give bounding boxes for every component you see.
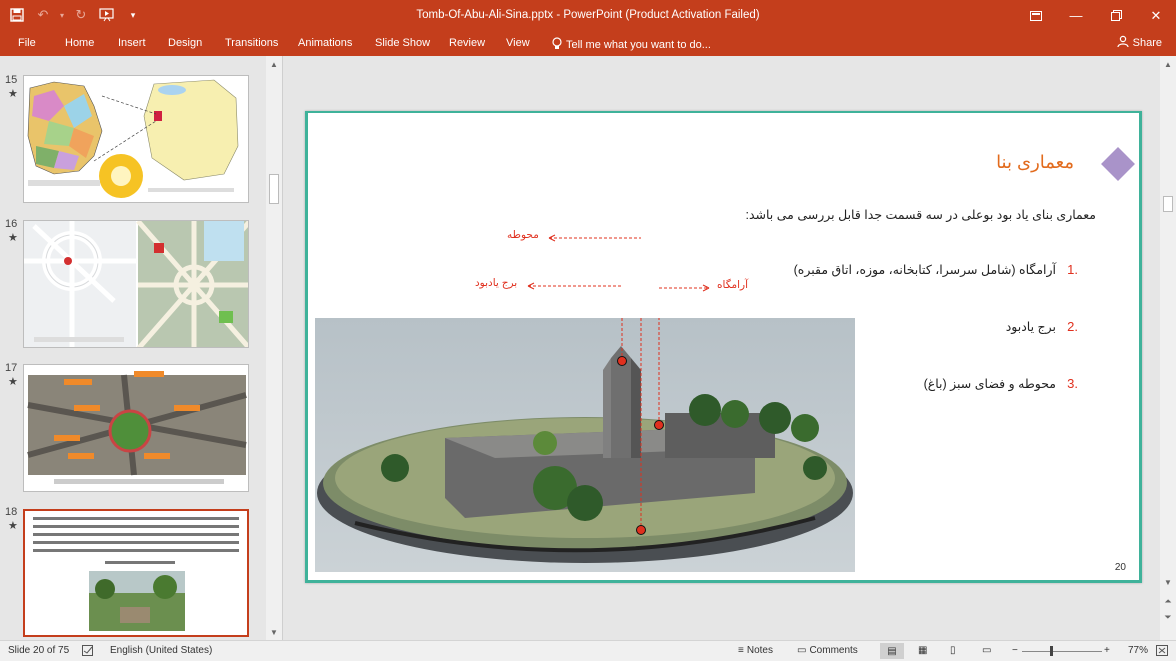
animation-star-icon: ★ xyxy=(8,232,18,244)
tab-review[interactable]: Review xyxy=(449,37,485,49)
tab-slide-show[interactable]: Slide Show xyxy=(375,37,430,49)
share-button[interactable]: Share xyxy=(1117,35,1162,50)
person-icon xyxy=(1117,35,1129,50)
street-map-image xyxy=(24,221,248,347)
notes-label: Notes xyxy=(746,645,773,656)
slide-page-number: 20 xyxy=(1114,562,1126,573)
tab-transitions[interactable]: Transitions xyxy=(225,37,278,49)
tell-me-text: Tell me what you want to do... xyxy=(566,39,711,51)
slide-number-15: 15 xyxy=(5,74,18,86)
status-bar: Slide 20 of 75 English (United States) ≡… xyxy=(0,640,1176,661)
next-slide-icon[interactable]: ⏷ xyxy=(1160,612,1176,623)
slide-thumbnail-16[interactable] xyxy=(23,220,249,348)
slide-scrollbar[interactable]: ▲ ▼ ⏶ ⏷ xyxy=(1160,56,1176,640)
province-map-image xyxy=(27,79,239,198)
slide-thumbnail-17[interactable] xyxy=(23,364,249,492)
zoom-slider-thumb[interactable] xyxy=(1050,646,1053,656)
restore-icon[interactable] xyxy=(1096,0,1136,31)
zoom-level[interactable]: 77% xyxy=(1128,645,1148,656)
slide-thumbnail-15[interactable] xyxy=(23,75,249,203)
animation-star-icon: ★ xyxy=(8,376,18,388)
slide-number-17: 17 xyxy=(5,362,18,374)
tab-animations[interactable]: Animations xyxy=(298,37,352,49)
zoom-out-icon[interactable]: − xyxy=(1012,645,1018,656)
label-courtyard: محوطه xyxy=(507,229,539,241)
notes-icon: ≡ xyxy=(738,645,744,656)
share-label: Share xyxy=(1132,36,1162,49)
scroll-down-icon[interactable]: ▼ xyxy=(1160,578,1176,587)
current-slide[interactable]: معماری بنا معماری بنای یاد بود بوعلی در … xyxy=(305,111,1142,583)
previous-slide-icon[interactable]: ⏶ xyxy=(1160,596,1176,607)
zoom-slider[interactable] xyxy=(1022,651,1102,652)
tell-me-box[interactable]: Tell me what you want to do... xyxy=(552,37,711,53)
slide-show-icon[interactable]: ▭ xyxy=(982,645,991,656)
animation-star-icon: ★ xyxy=(8,520,18,532)
slide-number-18: 18 xyxy=(5,506,18,518)
window-title: Tomb-Of-Abu-Ali-Sina.pptx - PowerPoint (… xyxy=(416,9,760,21)
comments-button[interactable]: ▭ Comments xyxy=(797,645,858,656)
tab-insert[interactable]: Insert xyxy=(118,37,146,49)
fit-slide-icon[interactable] xyxy=(1156,645,1168,656)
spell-check-icon[interactable] xyxy=(82,645,94,656)
slide-indicator[interactable]: Slide 20 of 75 xyxy=(8,645,69,656)
tab-view[interactable]: View xyxy=(506,37,530,49)
annotation-leaders xyxy=(527,234,710,292)
thumbnail-scrollbar[interactable]: ▲ ▼ xyxy=(266,56,282,640)
window-controls: — ✕ xyxy=(1016,0,1176,31)
scroll-up-icon[interactable]: ▲ xyxy=(1160,60,1176,69)
label-tower: برج یادبود xyxy=(475,277,518,289)
tab-home[interactable]: Home xyxy=(65,37,94,49)
slide-sorter-icon[interactable]: ▦ xyxy=(918,645,927,656)
scroll-up-icon[interactable]: ▲ xyxy=(266,60,282,69)
title-bar: ↶ ▾ ↻ ▾ Tomb-Of-Abu-Ali-Sina.pptx - Powe… xyxy=(0,0,1176,31)
comment-icon: ▭ xyxy=(797,645,807,656)
ribbon-tabs: File Home Insert Design Transitions Anim… xyxy=(0,31,1176,56)
slide-number-16: 16 xyxy=(5,218,18,230)
zoom-in-icon[interactable]: + xyxy=(1104,645,1110,656)
tab-file[interactable]: File xyxy=(18,37,36,49)
normal-view-icon[interactable]: ▤ xyxy=(880,643,904,659)
slide-thumbnail-18[interactable] xyxy=(23,509,249,637)
close-icon[interactable]: ✕ xyxy=(1136,0,1176,31)
label-tomb: آرامگاه xyxy=(717,279,749,291)
minimize-icon[interactable]: — xyxy=(1056,0,1096,31)
animation-star-icon: ★ xyxy=(8,88,18,100)
slide-thumbnail-pane: 15 ★ 16 ★ 17 ★ 18 ★ ▲ ▼ xyxy=(0,56,283,640)
lightbulb-icon xyxy=(552,37,562,53)
scrollbar-thumb[interactable] xyxy=(269,174,279,204)
garden-photo-image xyxy=(33,517,239,631)
language-indicator[interactable]: English (United States) xyxy=(110,645,212,656)
scroll-down-icon[interactable]: ▼ xyxy=(266,628,282,637)
reading-view-icon[interactable]: ▯ xyxy=(950,645,956,656)
slide-editing-area: معماری بنا معماری بنای یاد بود بوعلی در … xyxy=(284,56,1160,640)
scrollbar-thumb[interactable] xyxy=(1163,196,1173,212)
tab-design[interactable]: Design xyxy=(168,37,202,49)
notes-button[interactable]: ≡ Notes xyxy=(738,645,773,656)
ribbon-display-icon[interactable] xyxy=(1016,0,1056,31)
aerial-photo-image xyxy=(27,371,247,484)
comments-label: Comments xyxy=(809,645,858,656)
